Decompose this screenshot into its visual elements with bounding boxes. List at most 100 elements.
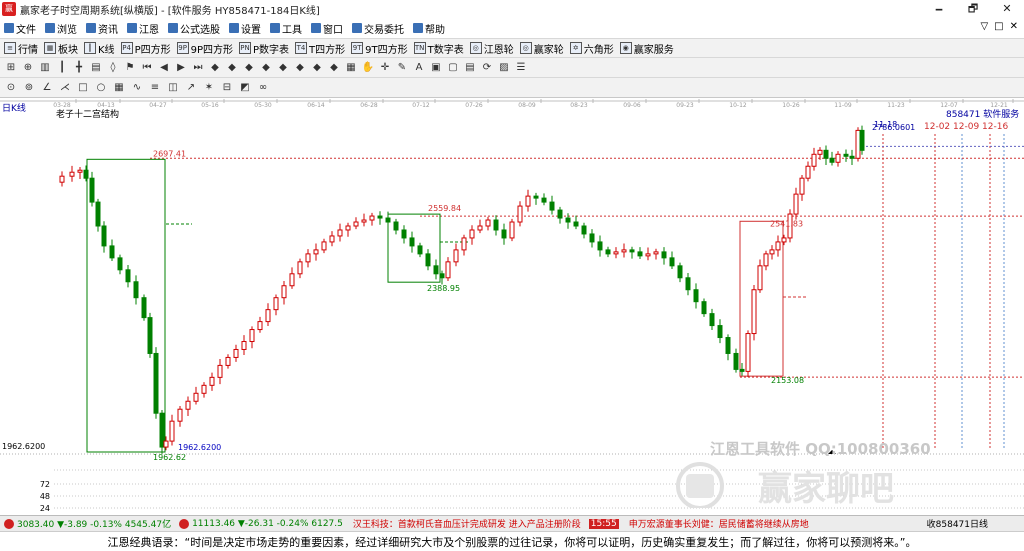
flag-icon[interactable]: ⚑ — [123, 61, 137, 75]
calc-icon[interactable]: ▣ — [429, 61, 443, 75]
menu-file[interactable]: 文件 — [4, 21, 36, 36]
candle-body — [835, 153, 841, 163]
color-icon[interactable]: ◩ — [238, 81, 252, 95]
prev-icon[interactable]: ◀ — [157, 61, 171, 75]
diamond6-icon[interactable]: ◆ — [293, 61, 307, 75]
shenzhen-index[interactable]: 11113.46 ▼-26.31 -0.24% 6127.5 — [192, 519, 343, 529]
candle-body — [597, 241, 603, 251]
analysis-toolbar: ⊙ ⊚ ∠ ⋌ □ ○ ▦ ∿ ≡ ◫ ↗ ✶ ⊟ ◩ ∞ — [0, 78, 1024, 98]
print-icon[interactable]: ▤ — [463, 61, 477, 75]
diamond2-icon[interactable]: ◆ — [225, 61, 239, 75]
candle-body — [621, 249, 627, 253]
menu-news[interactable]: 资讯 — [86, 21, 118, 36]
hand-icon[interactable]: ✋ — [361, 61, 375, 75]
list-icon[interactable]: ☰ — [514, 61, 528, 75]
candle-body — [417, 245, 423, 255]
chart-area[interactable]: 03-28 04-13 04-27 05-16 05-30 06-14 06-28 07-12… — [0, 98, 1024, 515]
diamond4-icon[interactable]: ◆ — [259, 61, 273, 75]
first-icon[interactable]: ⏮ — [140, 61, 154, 75]
menu-gann[interactable]: 江恩 — [127, 21, 159, 36]
diamond7-icon[interactable]: ◆ — [310, 61, 324, 75]
zoom-in-icon[interactable]: ⊕ — [21, 61, 35, 75]
sync-icon[interactable]: ⟳ — [480, 61, 494, 75]
loop-icon[interactable]: ∞ — [256, 81, 270, 95]
candle-up-icon[interactable]: ╋ — [72, 61, 86, 75]
grid-icon[interactable]: ▦ — [344, 61, 358, 75]
square-grid-icon[interactable]: ▦ — [112, 81, 126, 95]
fan-icon[interactable]: ⋌ — [58, 81, 72, 95]
price-cycle-icon[interactable]: ⊚ — [22, 81, 36, 95]
kline-chart[interactable]: 03-28 04-13 04-27 05-16 05-30 06-14 06-28 07-12… — [0, 98, 1024, 515]
wave-icon[interactable]: ∿ — [130, 81, 144, 95]
minimize-button[interactable]: 🗕 — [922, 0, 956, 18]
mdi-close-button[interactable]: ✕ — [1010, 21, 1018, 32]
toolbar-9p-square[interactable]: 9P 9P四方形 — [176, 41, 233, 56]
app-logo-icon: 赢 — [2, 2, 16, 16]
diamond8-icon[interactable]: ◆ — [327, 61, 341, 75]
diamond5-icon[interactable]: ◆ — [276, 61, 290, 75]
menu-help[interactable]: 帮助 — [413, 21, 445, 36]
shanghai-index[interactable]: 3083.40 ▼-3.89 -0.13% 4545.47亿 — [17, 517, 171, 530]
toolbar-kline[interactable]: ┃ K线 — [84, 41, 115, 56]
text-icon[interactable]: A — [412, 61, 426, 75]
candle-body — [517, 205, 523, 223]
mdi-restore-button[interactable]: □ — [994, 21, 1003, 32]
candle-body — [613, 251, 619, 255]
candle-body — [501, 229, 507, 239]
box-icon[interactable]: □ — [76, 81, 90, 95]
toolbar-sector[interactable]: ▦ 板块 — [44, 41, 78, 56]
bar-chart-icon[interactable]: ▥ — [38, 61, 52, 75]
candle-body — [393, 221, 399, 231]
date-tick: 05-16 — [201, 102, 219, 109]
volume-icon[interactable]: ▤ — [89, 61, 103, 75]
close-button[interactable]: ✕ — [990, 0, 1024, 18]
circle-icon[interactable]: ○ — [94, 81, 108, 95]
news-time: 15:55 — [588, 518, 619, 529]
chart-icon[interactable]: ▨ — [497, 61, 511, 75]
settings-icon — [229, 23, 239, 33]
menu-tools[interactable]: 工具 — [270, 21, 302, 36]
mdi-collapse-button[interactable]: ▽ — [980, 21, 988, 32]
cross-icon[interactable]: ✛ — [378, 61, 392, 75]
toolbar-quote[interactable]: ≡ 行情 — [4, 41, 38, 56]
toolbar-9t-square[interactable]: 9T 9T四方形 — [351, 41, 408, 56]
gann-box-icon[interactable]: ◫ — [166, 81, 180, 95]
toolbar-hexagon[interactable]: ✡ 六角形 — [569, 41, 614, 56]
menu-bar: 文件 浏览 资讯 江恩 公式选股 设置 工具 窗口 交易委托 帮助 ▽ □ ✕ — [0, 18, 1024, 38]
toolbar-gann-wheel[interactable]: ◎ 江恩轮 — [469, 41, 514, 56]
arrow-icon[interactable]: ↗ — [184, 81, 198, 95]
mdi-controls: ▽ □ ✕ — [980, 21, 1018, 32]
next-icon[interactable]: ▶ — [174, 61, 188, 75]
diamond-icon[interactable]: ◆ — [208, 61, 222, 75]
split-icon[interactable]: ⊟ — [220, 81, 234, 95]
period-icon[interactable]: ◊ — [106, 61, 120, 75]
date-tick: 06-28 — [360, 102, 378, 109]
toolbar-t-square[interactable]: T4 T四方形 — [295, 41, 345, 56]
time-cycle-icon[interactable]: ⊙ — [4, 81, 18, 95]
menu-settings[interactable]: 设置 — [229, 21, 261, 36]
toolbar-p-table[interactable]: PN P数字表 — [239, 41, 289, 56]
angle-line-icon[interactable]: ∠ — [40, 81, 54, 95]
indicator-menu-icon[interactable]: ⊞ — [4, 61, 18, 75]
save-icon[interactable]: ▢ — [446, 61, 460, 75]
menu-formula[interactable]: 公式选股 — [168, 21, 220, 36]
menu-browse[interactable]: 浏览 — [45, 21, 77, 36]
toolbar-t-table[interactable]: TN T数字表 — [413, 41, 464, 56]
menu-window[interactable]: 窗口 — [311, 21, 343, 36]
menu-trade[interactable]: 交易委托 — [352, 21, 404, 36]
toolbar-winner-wheel[interactable]: ◎ 赢家轮 — [519, 41, 564, 56]
star-icon[interactable]: ✶ — [202, 81, 216, 95]
toolbar-service[interactable]: ◉ 赢家服务 — [619, 41, 674, 56]
news-ticker-1[interactable]: 汉王科技：首款柯氏音血压计完成研发 进入产品注册阶段 — [353, 517, 581, 530]
diamond3-icon[interactable]: ◆ — [242, 61, 256, 75]
fib-icon[interactable]: ≡ — [148, 81, 162, 95]
candle-body — [125, 269, 131, 283]
pen-icon[interactable]: ✎ — [395, 61, 409, 75]
last-icon[interactable]: ⏭ — [191, 61, 205, 75]
shenzhen-index-icon — [179, 518, 190, 529]
restore-button[interactable]: 🗗 — [956, 0, 990, 18]
candle-body — [629, 249, 635, 253]
news-ticker-2[interactable]: 申万宏源董事长刘健：居民储蓄将继续从房地 — [629, 517, 809, 530]
candle-icon[interactable]: ┃ — [55, 61, 69, 75]
toolbar-p-square[interactable]: P4 P四方形 — [120, 41, 171, 56]
